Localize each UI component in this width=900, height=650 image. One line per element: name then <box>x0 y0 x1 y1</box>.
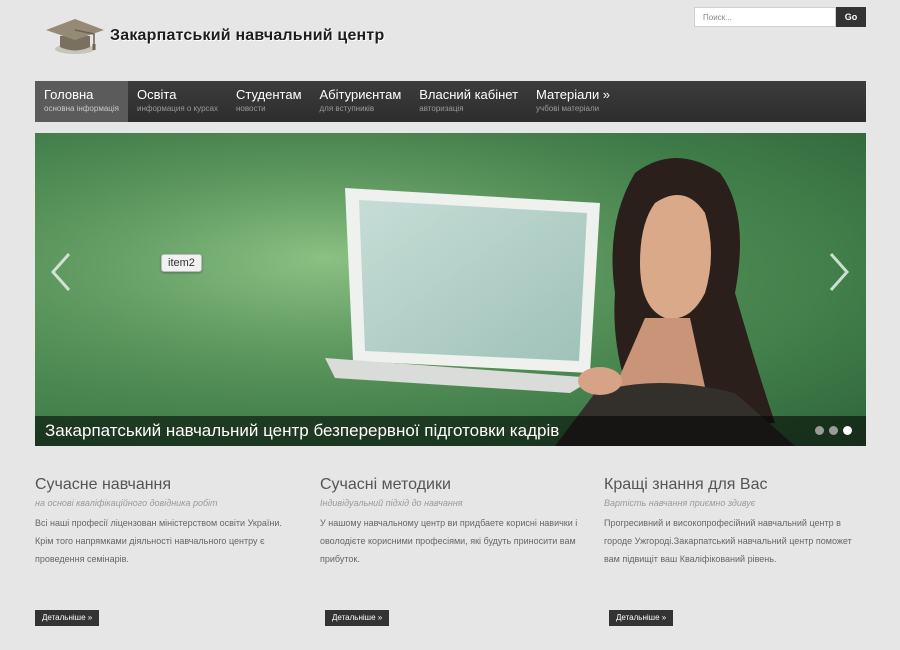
slide-caption-bar: Закарпатський навчальний центр безперерв… <box>35 416 866 446</box>
nav-item-home[interactable]: Головна основна інформація <box>35 81 128 122</box>
chevron-left-icon <box>50 253 71 291</box>
more-button-2[interactable]: Детальніше » <box>325 610 390 626</box>
nav-sublabel: основна інформація <box>44 104 119 113</box>
feature-column-2: Сучасні методики Індивідуальний підхід д… <box>320 476 585 568</box>
slide-image <box>35 133 866 446</box>
nav-item-materials[interactable]: Матеріали » учбові матеріали <box>527 81 619 122</box>
graduation-cap-icon <box>46 19 104 54</box>
feature-text: Всі наші професії ліцензован міністерств… <box>35 518 282 564</box>
site-name: Закарпатський навчальний центр <box>110 27 385 44</box>
feature-column-1: Сучасне навчання на основі кваліфікаційн… <box>35 476 300 568</box>
nav-sublabel: авторизація <box>419 104 464 113</box>
nav-sublabel: учбові матеріали <box>536 104 600 113</box>
feature-column-3: Кращі знання для Вас Вартість навчання п… <box>604 476 866 568</box>
slider-dot-1[interactable] <box>815 426 824 435</box>
search-input[interactable] <box>694 7 836 27</box>
feature-subtitle: Індивідуальний підхід до навчання <box>320 498 463 508</box>
feature-title: Сучасне навчання <box>35 476 172 493</box>
feature-text: У нашому навчальному центр ви придбаете … <box>320 518 578 564</box>
hero-slider: item2 Закарпатський навчальний центр без… <box>35 133 866 446</box>
site-logo[interactable]: Закарпатський навчальний центр <box>44 16 384 56</box>
nav-item-account[interactable]: Власний кабінет авторизація <box>410 81 527 122</box>
more-button-3[interactable]: Детальніше » <box>609 610 674 626</box>
slider-prev-button[interactable] <box>43 248 79 296</box>
slide-tooltip: item2 <box>161 254 202 272</box>
nav-item-students[interactable]: Студентам новости <box>227 81 311 122</box>
slider-dot-3[interactable] <box>843 426 852 435</box>
more-button-1[interactable]: Детальніше » <box>35 610 100 626</box>
nav-sublabel: информация о курсах <box>136 104 218 113</box>
feature-text: Прогресивний и високопрофесійний навчаль… <box>604 518 852 564</box>
nav-label: Студентам <box>235 87 302 102</box>
slider-next-button[interactable] <box>821 248 857 296</box>
search-button[interactable]: Go <box>836 7 866 27</box>
feature-title: Сучасні методики <box>320 476 451 493</box>
search-form: Go <box>694 7 866 27</box>
slide-caption: Закарпатський навчальний центр безперерв… <box>45 421 560 440</box>
main-nav: Головна основна інформація Освіта информ… <box>35 81 866 122</box>
slider-pagination <box>815 426 852 435</box>
nav-label: Освіта <box>136 87 177 102</box>
slider-dot-2[interactable] <box>829 426 838 435</box>
nav-sublabel: новости <box>235 104 266 113</box>
nav-label: Матеріали » <box>536 87 611 102</box>
nav-label: Головна <box>44 87 94 102</box>
nav-sublabel: для вступників <box>319 104 375 113</box>
chevron-right-icon <box>829 253 850 291</box>
feature-subtitle: Вартість навчання приємно здивує <box>604 498 756 508</box>
feature-subtitle: на основі кваліфікаційного довідника роб… <box>35 498 218 508</box>
feature-title: Кращі знання для Вас <box>604 476 768 493</box>
nav-item-applicants[interactable]: Абітуриєнтам для вступників <box>311 81 411 122</box>
nav-label: Абітуриєнтам <box>319 87 402 102</box>
nav-item-education[interactable]: Освіта информация о курсах <box>128 81 227 122</box>
nav-label: Власний кабінет <box>419 87 519 102</box>
